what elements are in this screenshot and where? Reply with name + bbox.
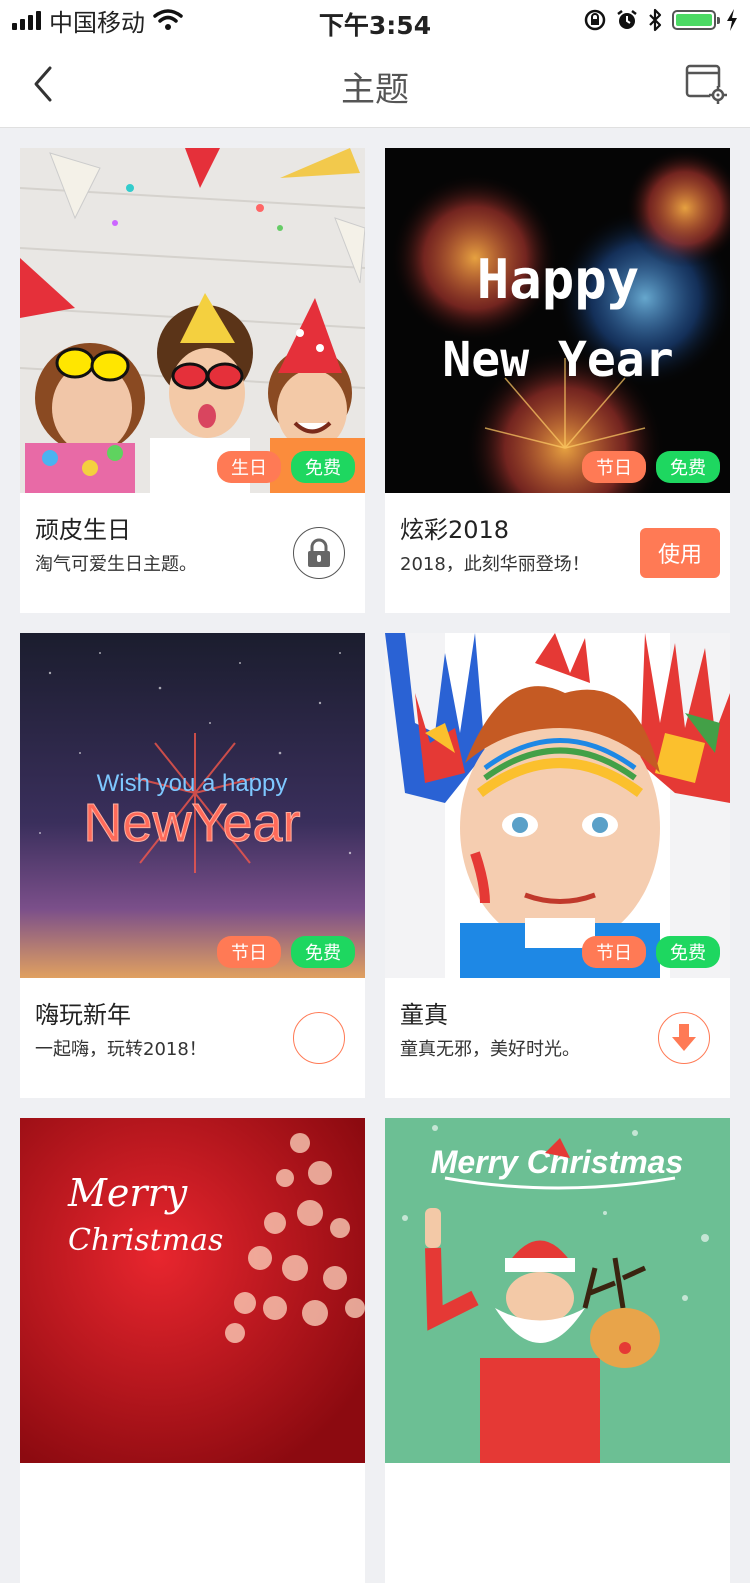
theme-thumbnail: Wish you a happy NewYear 节日 免费	[20, 633, 365, 978]
theme-title: 顽皮生日	[35, 516, 131, 544]
use-button[interactable]: 使用	[640, 528, 720, 578]
thumbnail-text: NewYear	[83, 793, 300, 853]
lock-icon	[308, 538, 330, 567]
theme-description: 2018，此刻华丽登场！	[400, 554, 590, 575]
theme-description: 一起嗨，玩转2018！	[35, 1039, 207, 1060]
locked-button[interactable]	[293, 527, 345, 579]
nav-bar: 主题	[0, 40, 750, 128]
theme-settings-icon[interactable]	[684, 62, 728, 106]
download-button[interactable]	[658, 1012, 710, 1064]
free-tag: 免费	[656, 936, 720, 968]
thumbnail-text: Happy	[477, 248, 640, 311]
download-icon	[672, 1024, 696, 1051]
status-bar: 中国移动 下午3:54	[0, 0, 750, 40]
theme-title: 炫彩2018	[400, 516, 510, 544]
theme-card-birthday[interactable]: 生日 免费 顽皮生日 淘气可爱生日主题。	[20, 148, 365, 613]
theme-thumbnail: 节日 免费	[385, 633, 730, 978]
category-tag: 节日	[582, 936, 646, 968]
category-tag: 节日	[582, 451, 646, 483]
theme-card-christmas-red[interactable]: Merry Christmas	[20, 1118, 365, 1583]
thumbnail-text: Christmas	[68, 1223, 223, 1258]
theme-description: 童真无邪，美好时光。	[400, 1039, 580, 1060]
theme-thumbnail: Happy New Year 节日 免费	[385, 148, 730, 493]
battery-icon	[672, 10, 720, 30]
theme-card-2018[interactable]: Happy New Year 节日 免费 炫彩2018 2018，此刻华丽登场！…	[385, 148, 730, 613]
rotation-lock-icon	[584, 9, 606, 31]
free-tag: 免费	[291, 451, 355, 483]
thumbnail-text: Merry	[67, 1171, 188, 1215]
theme-description: 淘气可爱生日主题。	[35, 554, 197, 575]
download-progress-ring[interactable]	[293, 1012, 345, 1064]
bluetooth-icon	[649, 8, 662, 32]
page-title: 主题	[341, 70, 409, 110]
category-tag: 生日	[217, 451, 281, 483]
theme-thumbnail: Merry Christmas	[20, 1118, 365, 1463]
category-tag: 节日	[217, 936, 281, 968]
theme-card-childhood[interactable]: 节日 免费 童真 童真无邪，美好时光。	[385, 633, 730, 1098]
thumbnail-text: New Year	[442, 332, 673, 388]
free-tag: 免费	[291, 936, 355, 968]
charging-icon	[727, 9, 737, 31]
free-tag: 免费	[656, 451, 720, 483]
status-right	[584, 6, 738, 34]
theme-title: 嗨玩新年	[35, 1001, 131, 1029]
theme-thumbnail: Merry Christmas	[385, 1118, 730, 1463]
theme-thumbnail: 生日 免费	[20, 148, 365, 493]
theme-card-christmas-green[interactable]: Merry Christmas	[385, 1118, 730, 1583]
alarm-icon	[617, 10, 637, 29]
theme-title: 童真	[400, 1001, 448, 1029]
theme-card-new-year[interactable]: Wish you a happy NewYear 节日 免费 嗨玩新年 一起嗨，…	[20, 633, 365, 1098]
